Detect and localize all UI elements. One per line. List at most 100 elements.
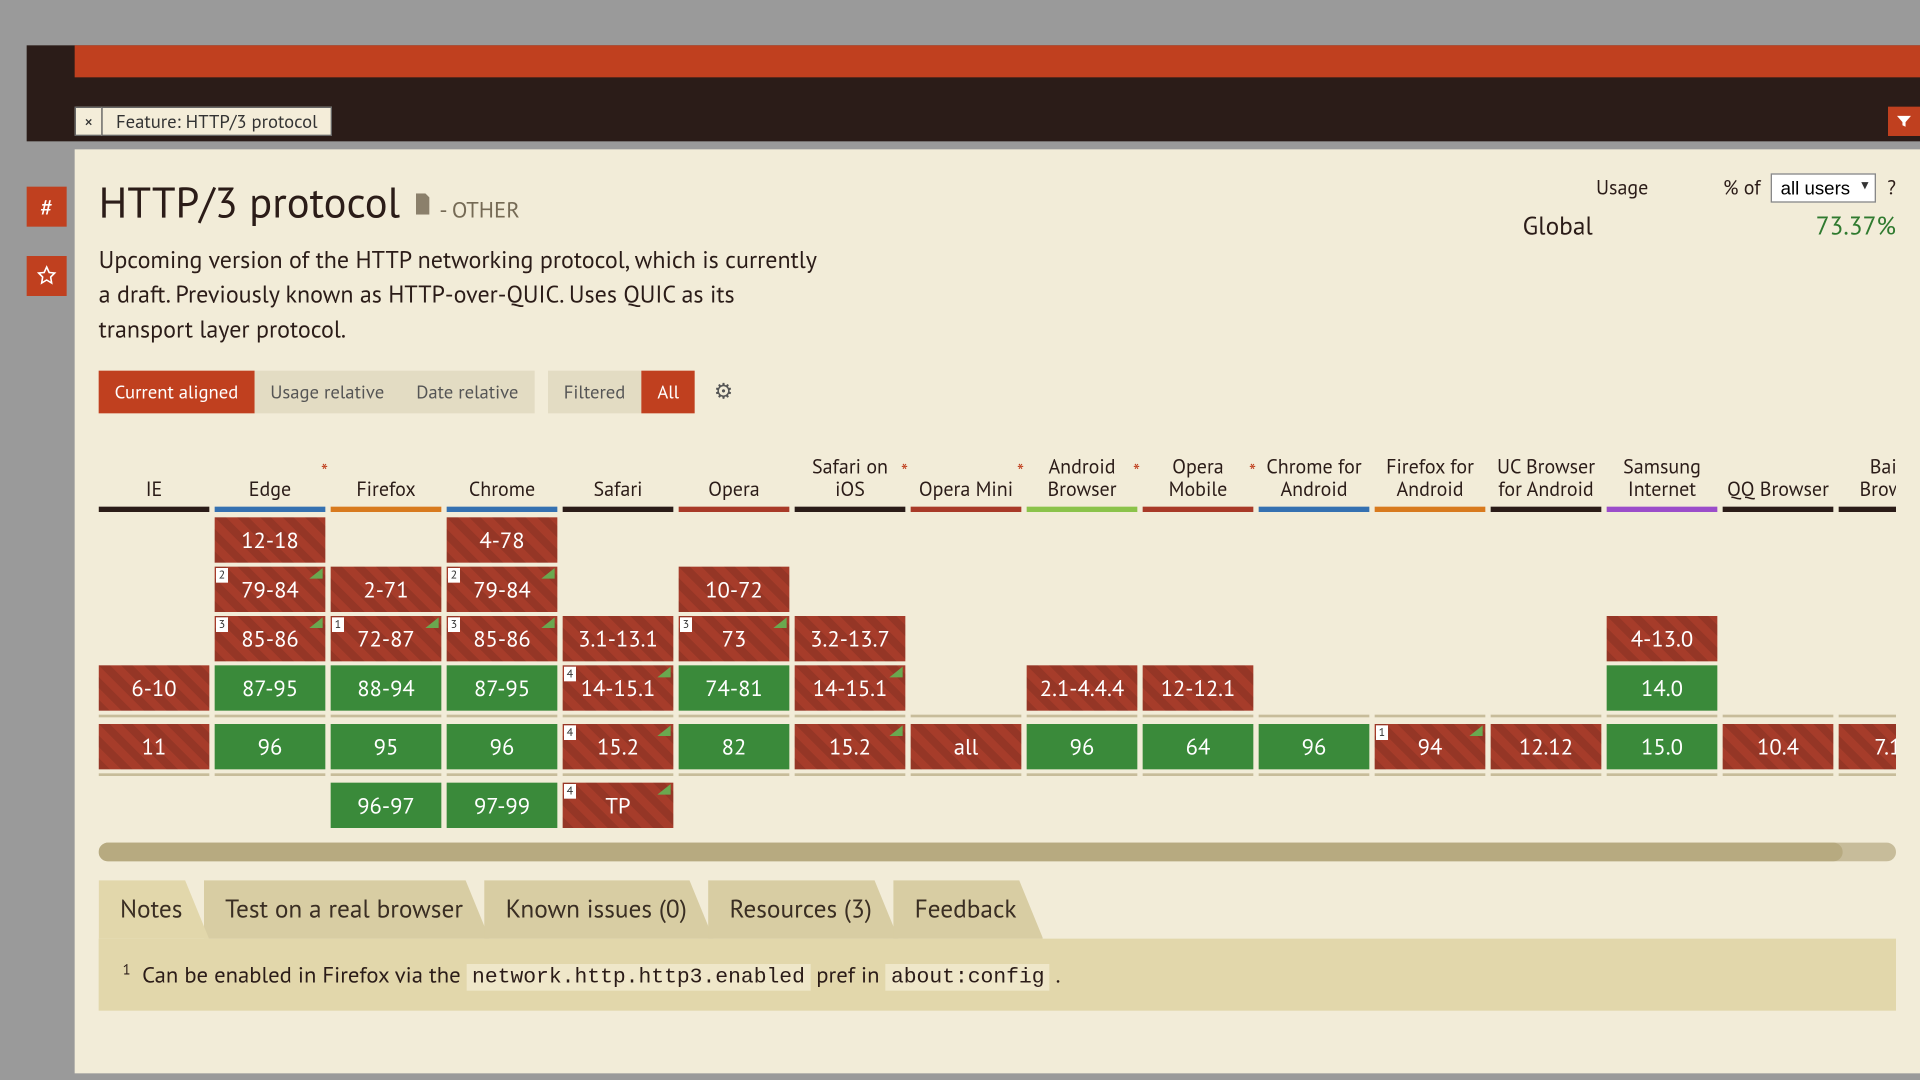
version-cell[interactable]: 14-15.14 (563, 666, 674, 711)
detail-tab-known[interactable]: Known issues (0) (484, 880, 713, 939)
version-cell[interactable]: 15.24 (563, 724, 674, 769)
browser-header[interactable]: Opera Mobile* (1143, 432, 1254, 507)
version-cell[interactable]: 74-81 (679, 666, 790, 711)
version-cell[interactable]: 4-13.0 (1607, 616, 1718, 661)
version-cell[interactable]: 12-12.1 (1143, 666, 1254, 711)
version-cell[interactable]: 87-95 (447, 666, 558, 711)
version-cell[interactable]: 4-78 (447, 518, 558, 563)
version-cell[interactable]: 64 (1143, 724, 1254, 769)
version-cell[interactable]: 2-71 (331, 567, 442, 612)
version-cell[interactable]: 96-97 (331, 783, 442, 828)
version-cell[interactable]: 10-72 (679, 567, 790, 612)
browser-header[interactable]: Safari (563, 432, 674, 507)
favorite-button[interactable] (27, 256, 67, 296)
version-cell[interactable]: 96 (1027, 724, 1138, 769)
browser-header[interactable]: Chrome for Android (1259, 432, 1370, 507)
browser-header[interactable]: Android Browser* (1027, 432, 1138, 507)
version-slot: 74-81 (679, 666, 790, 711)
version-cell[interactable]: 15.2 (795, 724, 906, 769)
version-cell[interactable]: TP4 (563, 783, 674, 828)
detail-tab-notes[interactable]: Notes (99, 880, 209, 939)
version-cell[interactable]: 12.12 (1491, 724, 1602, 769)
browser-header[interactable]: QQ Browser (1723, 432, 1834, 507)
version-cell[interactable]: 733 (679, 616, 790, 661)
browser-header[interactable]: Opera (679, 432, 790, 507)
browser-header[interactable]: IE (99, 432, 210, 507)
version-cell[interactable]: 2.1-4.4.4 (1027, 666, 1138, 711)
browser-underline (1375, 507, 1486, 512)
version-cell[interactable]: 79-842 (215, 567, 326, 612)
view-mode-current-aligned[interactable]: Current aligned (99, 371, 255, 414)
usage-scope-select[interactable]: all users (1771, 173, 1876, 202)
browser-header[interactable]: Edge* (215, 432, 326, 507)
browser-header[interactable]: Chrome (447, 432, 558, 507)
permalink-button[interactable]: # (27, 187, 67, 227)
version-cell[interactable]: 96 (447, 724, 558, 769)
version-cell[interactable]: 10.4 (1723, 724, 1834, 769)
version-slot (99, 567, 210, 612)
version-cell[interactable]: 6-10 (99, 666, 210, 711)
view-mode-date-relative[interactable]: Date relative (400, 371, 534, 414)
version-cell[interactable]: 82 (679, 724, 790, 769)
version-cell[interactable]: 96 (1259, 724, 1370, 769)
browser-header[interactable]: Baidu Browser (1839, 432, 1896, 507)
horizontal-scrollbar[interactable] (99, 843, 1896, 862)
version-cell[interactable]: 12-18 (215, 518, 326, 563)
version-cell[interactable]: all (911, 724, 1022, 769)
version-cell[interactable]: 96 (215, 724, 326, 769)
settings-button[interactable]: ⚙ (714, 379, 733, 406)
version-cell[interactable]: 11 (99, 724, 210, 769)
version-cell[interactable]: 3.1-13.1 (563, 616, 674, 661)
version-slot: 95 (331, 724, 442, 769)
browser-header[interactable]: UC Browser for Android (1491, 432, 1602, 507)
version-cell[interactable]: 941 (1375, 724, 1486, 769)
version-cell[interactable]: 87-95 (215, 666, 326, 711)
version-slot (1491, 666, 1602, 711)
current-divider (563, 774, 674, 779)
view-mode-usage-relative[interactable]: Usage relative (254, 371, 400, 414)
version-slot: 15.24 (563, 724, 674, 769)
browser-underline (447, 507, 558, 512)
browser-header[interactable]: Safari on iOS* (795, 432, 906, 507)
version-cell[interactable]: 85-863 (215, 616, 326, 661)
version-cell[interactable]: 97-99 (447, 783, 558, 828)
detail-tab-feedback[interactable]: Feedback (893, 880, 1043, 939)
version-cell[interactable]: 15.0 (1607, 724, 1718, 769)
version-cell[interactable]: 85-863 (447, 616, 558, 661)
browser-column: Opera 10-72733 74-81 82 (679, 432, 790, 832)
browser-header[interactable]: Samsung Internet (1607, 432, 1718, 507)
filter-mode-all[interactable]: All (641, 371, 695, 414)
version-cell[interactable]: 14.0 (1607, 666, 1718, 711)
align-mode-segment: Current alignedUsage relativeDate relati… (99, 371, 535, 414)
help-button[interactable]: ? (1887, 175, 1896, 200)
feature-tab-label[interactable]: Feature: HTTP/3 protocol (101, 107, 332, 136)
note-text-mid: pref in (816, 960, 885, 989)
note-text-pre: Can be enabled in Firefox via the (142, 960, 467, 989)
browser-column: UC Browser for Android 12.12 (1491, 432, 1602, 832)
version-cell[interactable]: 79-842 (447, 567, 558, 612)
pct-of-label: % of (1723, 175, 1761, 200)
current-divider (1143, 715, 1254, 720)
current-divider (1839, 774, 1896, 779)
version-slot (1839, 567, 1896, 612)
browser-header[interactable]: Firefox for Android (1375, 432, 1486, 507)
asterisk-icon: * (321, 462, 328, 485)
version-cell[interactable]: 88-94 (331, 666, 442, 711)
close-tab-button[interactable]: × (75, 107, 102, 136)
version-cell[interactable]: 95 (331, 724, 442, 769)
browser-underline (1259, 507, 1370, 512)
browser-header[interactable]: Opera Mini* (911, 432, 1022, 507)
scrollbar-thumb[interactable] (99, 843, 1842, 862)
version-cell[interactable]: 3.2-13.7 (795, 616, 906, 661)
current-divider (331, 715, 442, 720)
flag-icon (425, 618, 438, 629)
filter-button[interactable] (1888, 107, 1920, 136)
version-slot (679, 518, 790, 563)
browser-header[interactable]: Firefox (331, 432, 442, 507)
detail-tab-resources[interactable]: Resources (3) (708, 880, 898, 939)
filter-mode-filtered[interactable]: Filtered (548, 371, 642, 414)
version-cell[interactable]: 7.12 (1839, 724, 1896, 769)
version-cell[interactable]: 14-15.1 (795, 666, 906, 711)
detail-tab-test[interactable]: Test on a real browser (204, 880, 490, 939)
version-cell[interactable]: 72-871 (331, 616, 442, 661)
